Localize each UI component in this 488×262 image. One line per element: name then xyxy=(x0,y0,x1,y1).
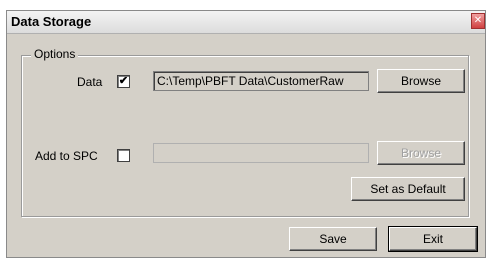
add-to-spc-label: Add to SPC xyxy=(35,149,98,163)
save-button[interactable]: Save xyxy=(289,227,377,251)
add-to-spc-checkbox[interactable] xyxy=(117,149,130,162)
data-label: Data xyxy=(77,75,103,89)
close-icon[interactable]: ✕ xyxy=(471,13,485,29)
data-checkbox[interactable]: ✔ xyxy=(117,75,130,88)
options-group-label: Options xyxy=(31,47,79,61)
exit-button[interactable]: Exit xyxy=(388,226,478,252)
spc-path-field[interactable] xyxy=(153,143,369,163)
spc-browse-button: Browse xyxy=(377,141,465,165)
data-browse-button[interactable]: Browse xyxy=(377,69,465,93)
title-bar: Data Storage ✕ xyxy=(7,11,485,34)
data-storage-dialog: Data Storage ✕ Options Data ✔ C:\Temp\PB… xyxy=(6,10,486,258)
set-as-default-button[interactable]: Set as Default xyxy=(351,177,465,201)
data-path-field[interactable]: C:\Temp\PBFT Data\CustomerRaw xyxy=(153,71,369,91)
window-title: Data Storage xyxy=(11,14,92,29)
